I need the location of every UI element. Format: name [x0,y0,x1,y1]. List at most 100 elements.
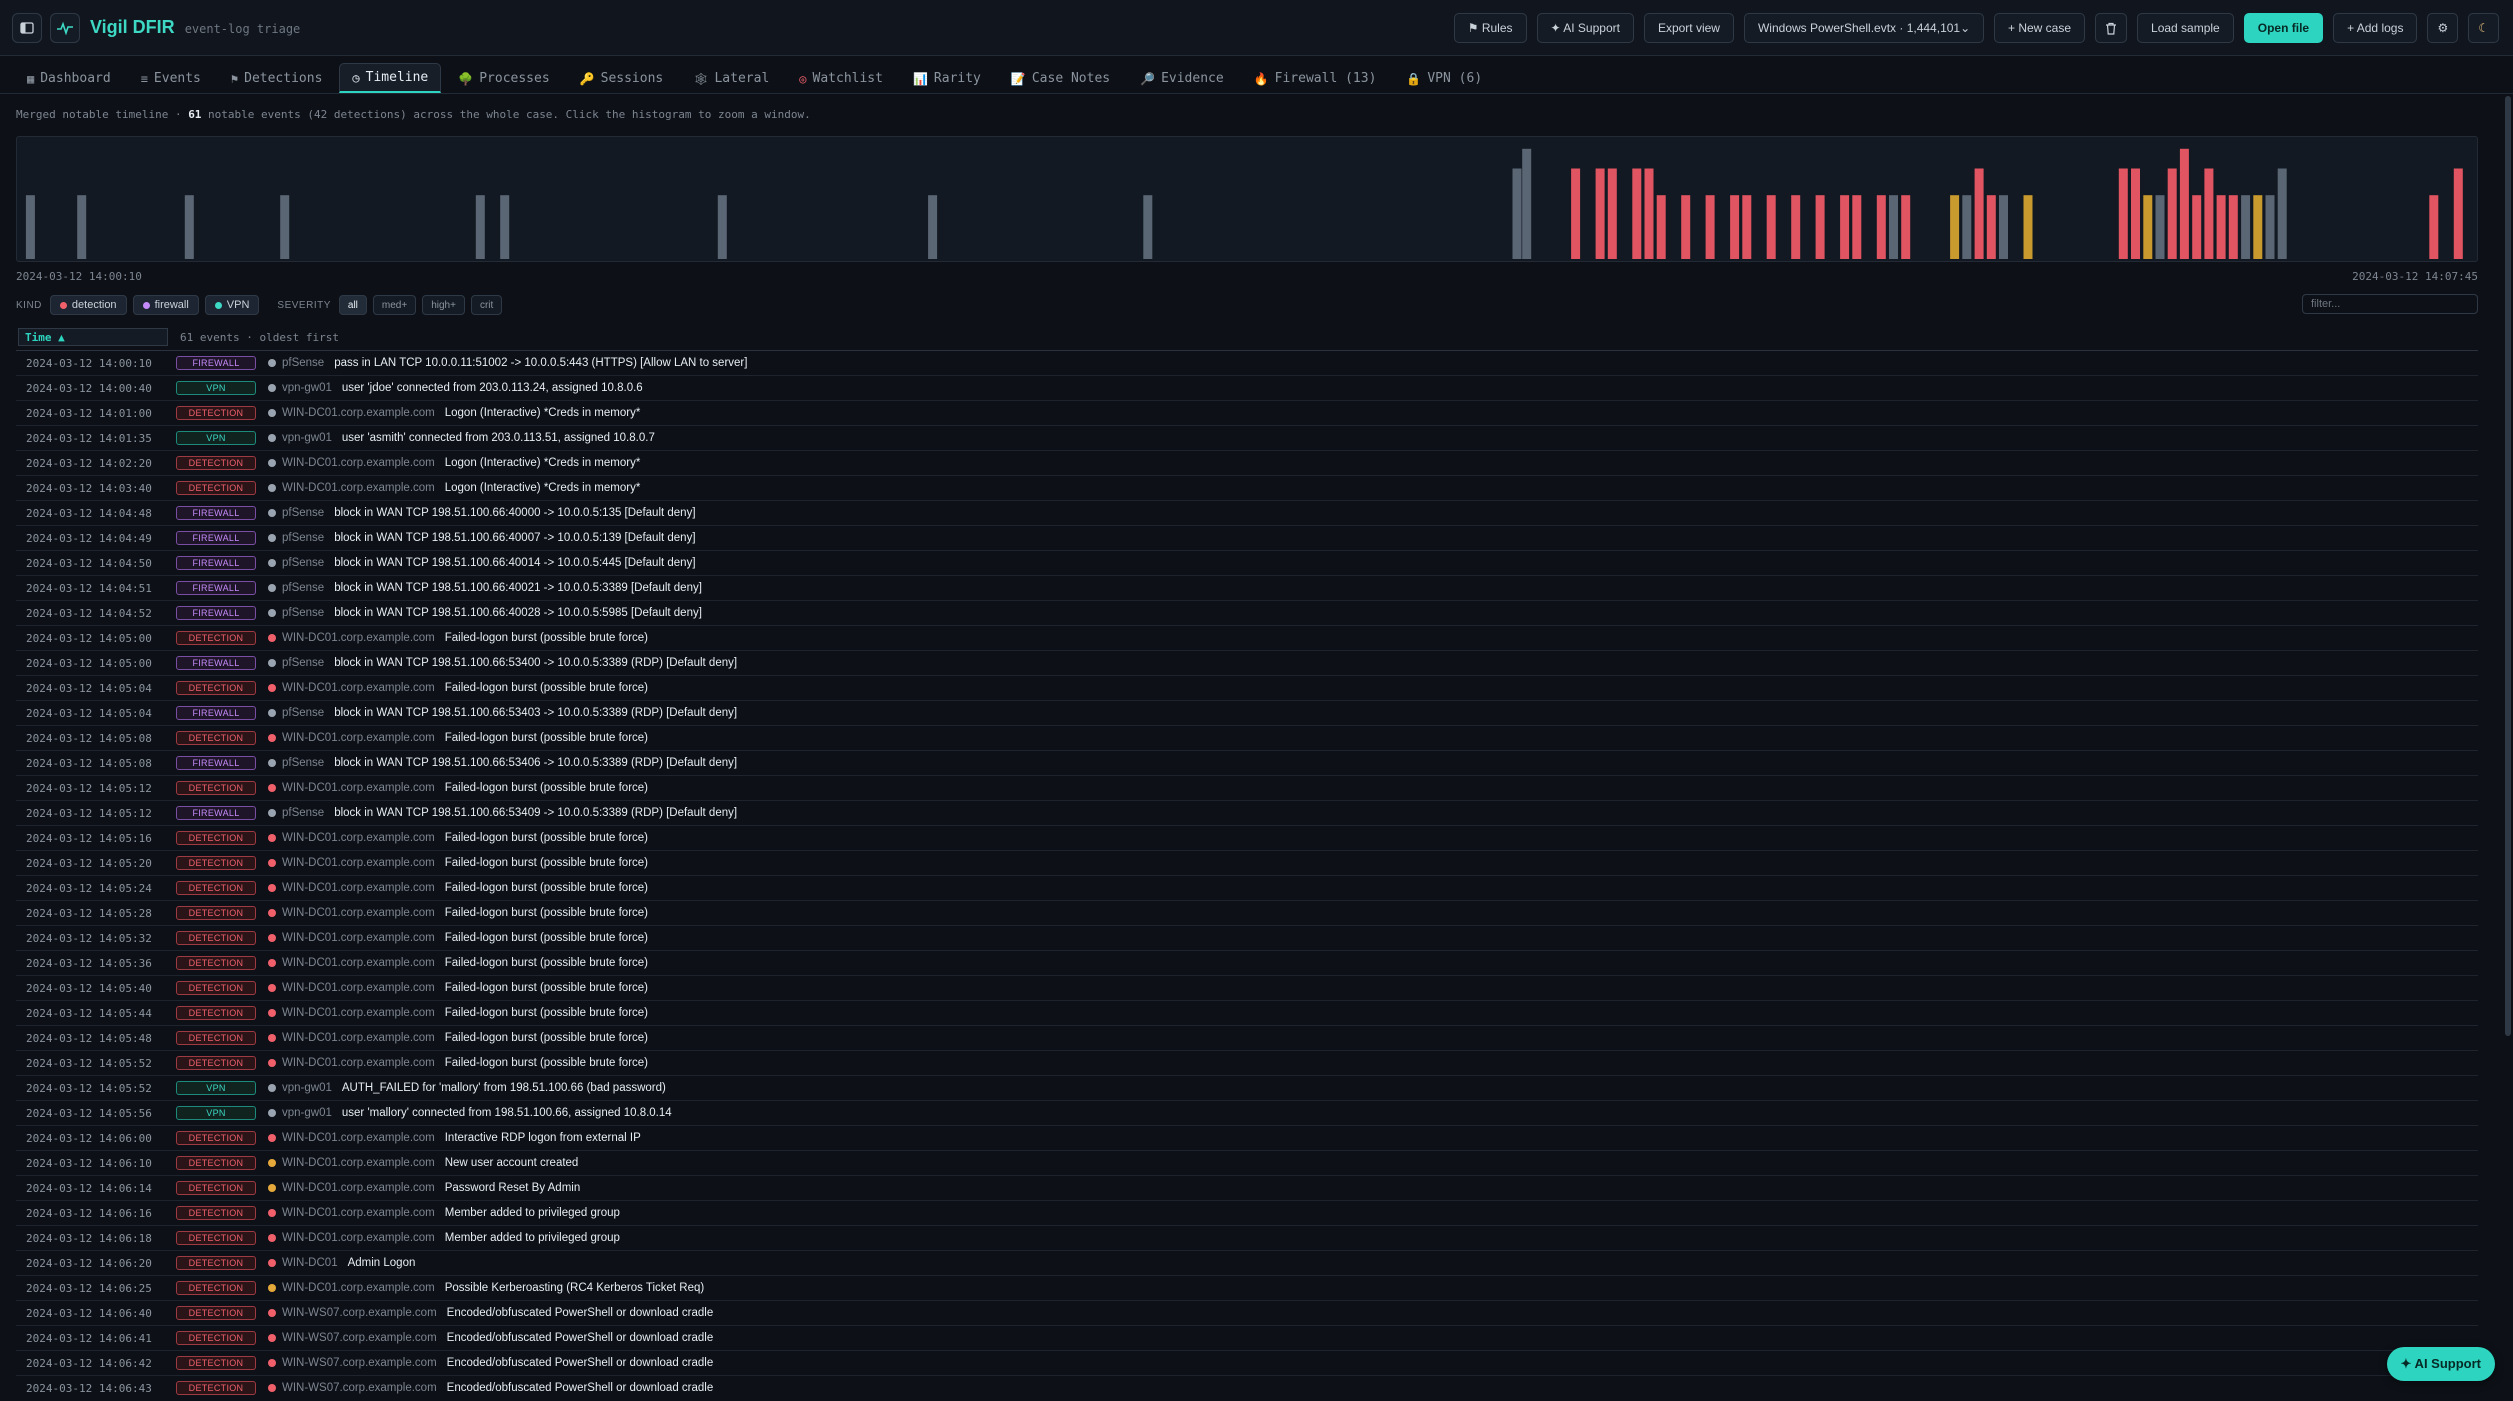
kind-chip-detection[interactable]: detection [49,295,127,315]
sidebar-toggle-icon[interactable] [12,12,42,43]
histogram-bar[interactable] [1143,195,1153,259]
histogram-bar[interactable] [2216,195,2226,259]
histogram-bar[interactable] [2143,195,2153,259]
table-row[interactable]: 2024-03-12 14:06:43 DETECTION WIN-WS07.cor… [16,1375,2478,1400]
export-view-button[interactable]: Export view [1643,13,1734,43]
ai-support-fab[interactable]: ✦ AI Support [2386,1347,2495,1381]
histogram-bar[interactable] [2253,195,2263,259]
histogram-bar[interactable] [2277,168,2287,260]
table-row[interactable]: 2024-03-12 14:05:08 FIREWALL pfSense block … [16,750,2478,775]
table-row[interactable]: 2024-03-12 14:06:00 DETECTION WIN-DC01.cor… [16,1125,2478,1150]
table-row[interactable]: 2024-03-12 14:02:20 DETECTION WIN-DC01.cor… [16,450,2478,475]
histogram-bar[interactable] [2179,148,2189,259]
table-row[interactable]: 2024-03-12 14:06:25 DETECTION WIN-DC01.cor… [16,1275,2478,1300]
table-row[interactable]: 2024-03-12 14:05:28 DETECTION WIN-DC01.cor… [16,900,2478,925]
dataset-select[interactable]: Windows PowerShell.evtx · 1,444,101 ⌄ [1743,13,1984,43]
tab-processes[interactable]: 🌳 Processes [445,63,562,93]
table-row[interactable]: 2024-03-12 14:05:20 DETECTION WIN-DC01.cor… [16,850,2478,875]
moon-icon[interactable]: ☾ [2468,13,2499,43]
table-row[interactable]: 2024-03-12 14:05:04 DETECTION WIN-DC01.cor… [16,675,2478,700]
histogram-bar[interactable] [25,195,35,259]
table-row[interactable]: 2024-03-12 14:01:35 VPN vpn-gw01 user 'asmi… [16,425,2478,450]
histogram-bar[interactable] [2155,195,2165,259]
tab-dashboard[interactable]: ▦ Dashboard [14,63,124,93]
histogram-bar[interactable] [1974,168,1984,260]
histogram-bar[interactable] [1950,195,1960,259]
histogram-bar[interactable] [1852,195,1862,259]
add-logs-button[interactable]: + Add logs [2333,13,2418,43]
open-file-button[interactable]: Open file [2243,13,2324,43]
tab-firewall[interactable]: 🔥 Firewall (13) [1241,63,1390,93]
histogram-bar[interactable] [1644,168,1654,260]
histogram-bar[interactable] [2023,195,2033,259]
table-row[interactable]: 2024-03-12 14:06:18 DETECTION WIN-DC01.cor… [16,1225,2478,1250]
scrollbar-thumb[interactable] [2505,96,2511,1036]
histogram-bar[interactable] [77,195,87,259]
table-row[interactable]: 2024-03-12 14:04:52 FIREWALL pfSense block … [16,600,2478,625]
table-row[interactable]: 2024-03-12 14:04:50 FIREWALL pfSense block … [16,550,2478,575]
histogram-bar[interactable] [1730,195,1740,259]
histogram-bar[interactable] [1791,195,1801,259]
tab-sessions[interactable]: 🔑 Sessions [567,63,677,93]
severity-chip-crit[interactable]: crit [470,295,503,315]
histogram-bar[interactable] [1840,195,1850,259]
tab-detections[interactable]: ⚑ Detections [218,63,336,93]
histogram-bar[interactable] [1656,195,1666,259]
histogram-bar[interactable] [1766,195,1776,259]
new-case-button[interactable]: + New case [1993,13,2086,43]
histogram-bar[interactable] [1595,168,1605,260]
table-row[interactable]: 2024-03-12 14:05:36 DETECTION WIN-DC01.cor… [16,950,2478,975]
histogram-bar[interactable] [1901,195,1911,259]
rules-button[interactable]: ⚑ Rules [1453,13,1527,43]
histogram-bar[interactable] [717,195,727,259]
load-sample-button[interactable]: Load sample [2137,13,2234,43]
histogram-bar[interactable] [1815,195,1825,259]
histogram-bar[interactable] [1962,195,1972,259]
table-row[interactable]: 2024-03-12 14:04:48 FIREWALL pfSense block … [16,500,2478,525]
histogram-bar[interactable] [280,195,290,259]
trash-icon[interactable] [2095,13,2128,43]
tab-rarity[interactable]: 📊 Rarity [900,63,994,93]
histogram-bar[interactable] [1986,195,1996,259]
histogram-bar[interactable] [1999,195,2008,259]
table-row[interactable]: 2024-03-12 14:04:51 FIREWALL pfSense block … [16,575,2478,600]
table-row[interactable]: 2024-03-12 14:05:48 DETECTION WIN-DC01.cor… [16,1025,2478,1050]
table-row[interactable]: 2024-03-12 14:06:41 DETECTION WIN-WS07.cor… [16,1325,2478,1350]
table-row[interactable]: 2024-03-12 14:00:10 FIREWALL pfSense pass i… [16,350,2478,375]
histogram-bar[interactable] [475,195,485,259]
histogram-bar[interactable] [1876,195,1886,259]
table-row[interactable]: 2024-03-12 14:03:40 DETECTION WIN-DC01.cor… [16,475,2478,500]
severity-chip-all[interactable]: all [338,295,367,315]
gear-icon[interactable]: ⚙ [2427,13,2459,43]
histogram-bar[interactable] [1681,195,1691,259]
histogram-bar[interactable] [928,195,938,259]
histogram-bar[interactable] [2241,195,2251,259]
histogram-bar[interactable] [1632,168,1642,260]
histogram-bar[interactable] [2192,195,2202,259]
table-row[interactable]: 2024-03-12 14:05:04 FIREWALL pfSense block … [16,700,2478,725]
histogram-bar[interactable] [1607,168,1617,260]
histogram-bar[interactable] [2453,168,2463,260]
histogram-bar[interactable] [1889,195,1898,259]
table-row[interactable]: 2024-03-12 14:06:40 DETECTION WIN-WS07.cor… [16,1300,2478,1325]
tab-vpn[interactable]: 🔒 VPN (6) [1393,63,1495,93]
severity-chip-high[interactable]: high+ [422,295,465,315]
table-row[interactable]: 2024-03-12 14:05:12 DETECTION WIN-DC01.cor… [16,775,2478,800]
table-row[interactable]: 2024-03-12 14:01:00 DETECTION WIN-DC01.cor… [16,400,2478,425]
sort-time-button[interactable]: Time ▲ [18,328,168,346]
tab-case-notes[interactable]: 📝 Case Notes [998,63,1123,93]
histogram-bar[interactable] [1522,148,1532,259]
table-row[interactable]: 2024-03-12 14:05:24 DETECTION WIN-DC01.cor… [16,875,2478,900]
table-row[interactable]: 2024-03-12 14:05:32 DETECTION WIN-DC01.cor… [16,925,2478,950]
tab-evidence[interactable]: 🔎 Evidence [1127,63,1237,93]
table-row[interactable]: 2024-03-12 14:05:16 DETECTION WIN-DC01.cor… [16,825,2478,850]
table-row[interactable]: 2024-03-12 14:05:00 FIREWALL pfSense block … [16,650,2478,675]
histogram-bar[interactable] [2228,195,2238,259]
kind-chip-vpn[interactable]: VPN [204,295,260,315]
tab-timeline[interactable]: ◷ Timeline [339,63,442,93]
table-row[interactable]: 2024-03-12 14:05:44 DETECTION WIN-DC01.cor… [16,1000,2478,1025]
filter-input[interactable] [2302,294,2478,314]
histogram-bar[interactable] [1571,168,1581,260]
table-row[interactable]: 2024-03-12 14:05:40 DETECTION WIN-DC01.cor… [16,975,2478,1000]
severity-chip-med[interactable]: med+ [372,295,417,315]
